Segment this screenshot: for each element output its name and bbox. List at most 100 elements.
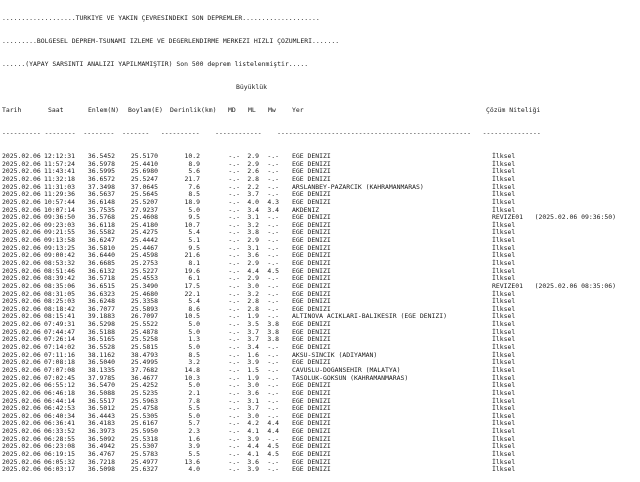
col-header-ml: ML xyxy=(248,106,256,115)
cell-lon: 25.6167 xyxy=(130,419,158,428)
cell-depth: 3.9 xyxy=(188,442,200,451)
cell-lon: 25.4977 xyxy=(130,457,158,466)
cell-ml: 3.0 xyxy=(247,411,259,420)
cell-quality: İlksel xyxy=(492,450,516,459)
cell-depth: 13.6 xyxy=(184,457,200,466)
table-row: 2025.02.06 06:33:52 36.3973 25.5950 2.3 -.- 4.… xyxy=(2,427,638,436)
magnitude-group-header: Büyüklük xyxy=(2,84,638,92)
cell-quality: İlksel xyxy=(492,442,516,451)
cell-md: -.- xyxy=(228,442,240,451)
col-header-lon: Boylam(E) xyxy=(128,106,163,115)
cell-location: EGE DENIZI xyxy=(292,434,331,443)
table-row: 2025.02.06 06:19:15 36.4767 25.5783 5.5 -.- 4.… xyxy=(2,450,638,459)
cell-lat: 36.7218 xyxy=(87,457,115,466)
cell-depth: 2.3 xyxy=(188,427,200,436)
col-header-mw: Mw xyxy=(268,106,276,115)
cell-md: -.- xyxy=(228,465,240,474)
cell-md: -.- xyxy=(228,450,240,459)
cell-location: EGE DENIZI xyxy=(292,465,331,474)
cell-lon: 25.5783 xyxy=(130,450,158,459)
col-header-depth: Derinlik(km) xyxy=(170,106,217,115)
cell-date: 2025.02.06 xyxy=(2,411,41,420)
cell-lon: 25.5318 xyxy=(130,434,158,443)
cell-date: 2025.02.06 xyxy=(2,465,41,474)
cell-md: -.- xyxy=(228,411,240,420)
header-separator: ---------- -------- -------- ------- ---… xyxy=(2,130,541,138)
cell-md: -.- xyxy=(228,457,240,466)
cell-quality: İlksel xyxy=(492,427,516,436)
cell-location: EGE DENIZI xyxy=(292,419,331,428)
cell-time: 06:40:34 xyxy=(44,411,76,420)
header-note-line: ......(YAPAY SARSINTI ANALİZİ YAPILMAMIŞ… xyxy=(2,61,309,69)
cell-time: 06:03:17 xyxy=(44,465,76,474)
cell-lon: 25.6327 xyxy=(130,465,158,474)
cell-ml: 4.1 xyxy=(247,427,259,436)
cell-lat: 36.4767 xyxy=(87,450,115,459)
cell-date: 2025.02.06 xyxy=(2,457,41,466)
cell-lat: 36.5092 xyxy=(87,434,115,443)
cell-location: EGE DENIZI xyxy=(292,411,331,420)
cell-depth: 1.6 xyxy=(188,434,200,443)
cell-time: 06:23:08 xyxy=(44,442,76,451)
cell-quality: İlksel xyxy=(492,411,516,420)
cell-mw: -.- xyxy=(267,457,279,466)
cell-location: EGE DENIZI xyxy=(292,457,331,466)
cell-lon: 25.5305 xyxy=(130,411,158,420)
cell-time: 06:05:32 xyxy=(44,457,76,466)
magnitude-group-label: Büyüklük xyxy=(236,83,268,92)
cell-lon: 25.5307 xyxy=(130,442,158,451)
column-header-row: Tarih Saat Enlem(N) Boylam(E) Derinlik(k… xyxy=(2,106,638,115)
cell-location: EGE DENIZI xyxy=(292,450,331,459)
col-header-quality: Çözüm Niteliği xyxy=(486,106,541,115)
cell-md: -.- xyxy=(228,419,240,428)
cell-ml: 3.6 xyxy=(247,457,259,466)
table-row: 2025.02.06 06:40:34 36.4443 25.5305 5.0 -.- 3.… xyxy=(2,411,638,421)
cell-date: 2025.02.06 xyxy=(2,419,41,428)
cell-ml: 4.2 xyxy=(247,419,259,428)
cell-depth: 5.5 xyxy=(188,450,200,459)
header-title-line: ...................TÜRKİYE VE YAKIN ÇEVR… xyxy=(2,15,320,23)
cell-mw: 4.4 xyxy=(267,427,279,436)
cell-lon: 25.5950 xyxy=(130,427,158,436)
cell-ml: 3.9 xyxy=(247,465,259,474)
cell-date: 2025.02.06 xyxy=(2,427,41,436)
cell-mw: 4.5 xyxy=(267,450,279,459)
cell-quality: İlksel xyxy=(492,419,516,428)
cell-ml: 4.1 xyxy=(247,450,259,459)
cell-mw: 4.5 xyxy=(267,442,279,451)
cell-time: 06:28:55 xyxy=(44,434,76,443)
cell-location: EGE DENIZI xyxy=(292,442,331,451)
col-header-time: Saat xyxy=(48,106,64,115)
cell-date: 2025.02.06 xyxy=(2,450,41,459)
table-row: 2025.02.06 06:28:55 36.5092 25.5318 1.6 -.- 3.… xyxy=(2,434,638,444)
cell-lat: 36.4183 xyxy=(87,419,115,428)
cell-mw: -.- xyxy=(267,465,279,474)
header-institution-line: .........BÖLGESEL DEPREM-TSUNAMİ İZLEME … xyxy=(2,38,340,46)
cell-md: -.- xyxy=(228,427,240,436)
cell-depth: 5.7 xyxy=(188,419,200,428)
earthquake-list-document: ...................TÜRKİYE VE YAKIN ÇEVR… xyxy=(2,0,638,482)
cell-depth: 5.0 xyxy=(188,411,200,420)
cell-md: -.- xyxy=(228,434,240,443)
table-row: 2025.02.06 06:23:08 36.4942 25.5307 3.9 -.- 4.… xyxy=(2,443,638,451)
cell-lat: 36.3973 xyxy=(87,427,115,436)
cell-quality: İlksel xyxy=(492,457,516,466)
cell-lat: 36.4443 xyxy=(87,411,115,420)
cell-mw: -.- xyxy=(267,434,279,443)
cell-date: 2025.02.06 xyxy=(2,442,41,451)
cell-location: EGE DENIZI xyxy=(292,427,331,436)
col-header-location: Yer xyxy=(292,106,304,115)
cell-lat: 36.4942 xyxy=(87,442,115,451)
cell-mw: -.- xyxy=(267,411,279,420)
cell-date: 2025.02.06 xyxy=(2,434,41,443)
cell-ml: 4.4 xyxy=(247,442,259,451)
cell-quality: İlksel xyxy=(492,465,516,474)
cell-time: 06:36:41 xyxy=(44,419,76,428)
cell-ml: 3.9 xyxy=(247,434,259,443)
cell-time: 06:19:15 xyxy=(44,450,76,459)
cell-lat: 36.5098 xyxy=(87,465,115,474)
cell-quality: İlksel xyxy=(492,434,516,443)
cell-mw: 4.4 xyxy=(267,419,279,428)
col-header-lat: Enlem(N) xyxy=(88,106,120,115)
table-row: 2025.02.06 06:03:17 36.5098 25.6327 4.0 -.- 3.… xyxy=(2,466,638,474)
